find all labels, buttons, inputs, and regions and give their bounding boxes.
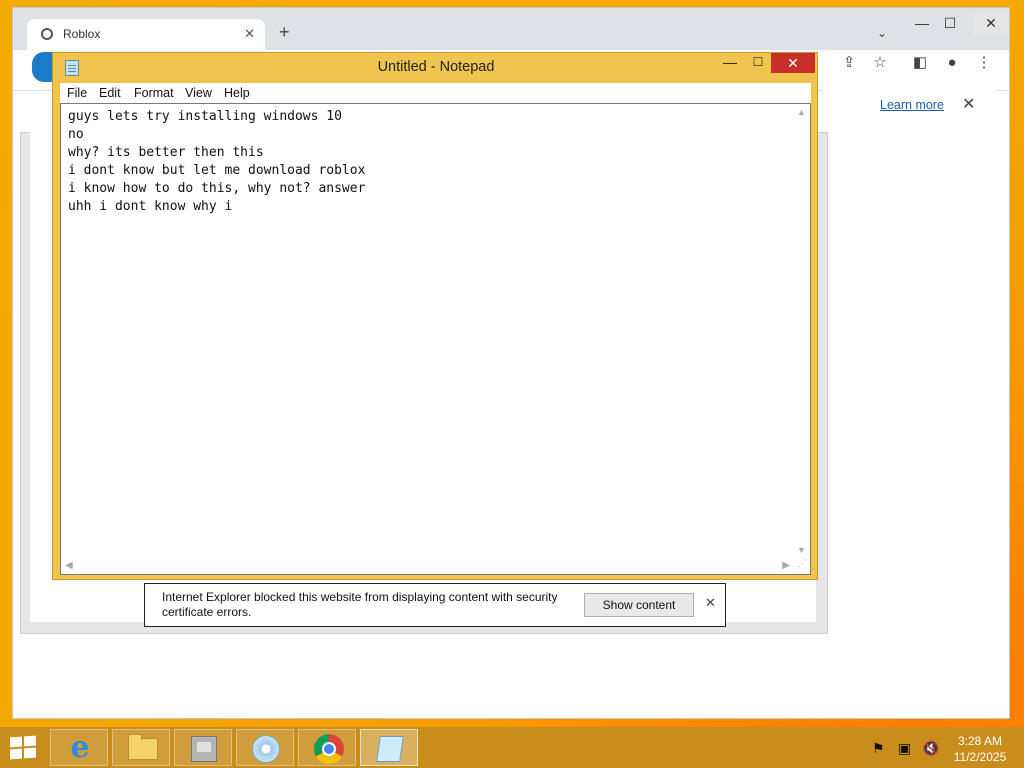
menu-edit[interactable]: Edit (99, 86, 121, 100)
notepad-close-button[interactable]: ✕ (771, 53, 815, 73)
menu-file[interactable]: File (67, 86, 87, 100)
bookmark-star-icon[interactable]: ☆ (869, 52, 891, 74)
site-logo-icon (32, 52, 54, 82)
chrome-titlebar: Roblox ✕ + ⌄ — ☐ ✕ (13, 8, 1009, 50)
disc-icon (252, 735, 280, 763)
ie-icon: e (70, 730, 90, 765)
clock-date: 11/2/2025 (953, 750, 1007, 764)
vertical-scrollbar[interactable]: ▲ ▼ (794, 104, 810, 558)
action-center-flag-icon[interactable]: ⚑ (872, 740, 885, 757)
windows-logo-icon (10, 736, 22, 748)
scroll-down-icon[interactable]: ▼ (797, 545, 806, 555)
taskbar-notepad[interactable] (360, 729, 418, 766)
menu-view[interactable]: View (185, 86, 212, 100)
taskbar-disc-utility[interactable] (236, 729, 294, 766)
infobar-close-icon[interactable]: ✕ (962, 94, 975, 114)
taskbar-chrome[interactable] (298, 729, 356, 766)
chrome-tab[interactable]: Roblox ✕ (27, 19, 265, 50)
clock-time: 3:28 AM (957, 734, 1003, 748)
horizontal-scrollbar[interactable]: ◀ ▶ (61, 558, 794, 574)
taskbar-file-explorer[interactable] (112, 729, 170, 766)
learn-more-link[interactable]: Learn more (880, 98, 944, 112)
notepad-maximize-button[interactable]: ☐ (745, 55, 771, 75)
notepad-title: Untitled - Notepad (377, 59, 495, 75)
show-content-button[interactable]: Show content (584, 593, 694, 617)
side-panel-icon[interactable]: ◧ (909, 52, 931, 74)
menu-format[interactable]: Format (134, 86, 174, 100)
scroll-up-icon[interactable]: ▲ (797, 107, 806, 117)
tab-close-icon[interactable]: ✕ (244, 26, 255, 42)
scroll-right-icon[interactable]: ▶ (782, 560, 790, 571)
new-tab-button[interactable]: + (279, 22, 290, 43)
notepad-minimize-button[interactable]: — (717, 54, 743, 74)
profile-icon[interactable]: ● (941, 52, 963, 74)
chrome-icon (314, 734, 344, 764)
folder-icon (128, 734, 158, 760)
resize-grip-icon[interactable]: ⋰ (794, 558, 810, 574)
start-button[interactable] (10, 735, 38, 760)
system-clock[interactable]: 3:28 AM 11/2/2025 (950, 733, 1010, 765)
notepad-window: Untitled - Notepad — ☐ ✕ File Edit Forma… (52, 52, 818, 580)
notepad-text-area[interactable]: guys lets try installing windows 10 no w… (60, 103, 811, 575)
menu-icon[interactable]: ⋮ (973, 52, 995, 74)
tab-title: Roblox (63, 27, 101, 41)
menu-help[interactable]: Help (224, 86, 250, 100)
volume-muted-icon[interactable]: 🔇 (922, 740, 939, 757)
ie-notification-bar: Internet Explorer blocked this website f… (144, 583, 726, 627)
notification-close-icon[interactable]: ✕ (705, 595, 716, 611)
tab-search-button[interactable]: ⌄ (877, 26, 887, 40)
taskbar-program[interactable] (174, 729, 232, 766)
chrome-close-button[interactable]: ✕ (973, 12, 1009, 34)
chrome-minimize-button[interactable]: — (907, 12, 937, 34)
taskbar: e (0, 727, 1024, 768)
notepad-icon (376, 736, 404, 762)
share-icon[interactable]: ⇪ (838, 52, 860, 74)
tab-favicon-icon (41, 28, 53, 40)
taskbar-ie[interactable]: e (50, 729, 108, 766)
scroll-left-icon[interactable]: ◀ (65, 560, 73, 571)
network-icon[interactable]: ▣ (898, 740, 911, 757)
chrome-maximize-button[interactable]: ☐ (935, 12, 965, 34)
ie-notification-message: Internet Explorer blocked this website f… (162, 590, 558, 619)
notepad-menubar: File Edit Format View Help (60, 83, 811, 103)
notepad-text[interactable]: guys lets try installing windows 10 no w… (68, 108, 788, 216)
program-icon (191, 736, 217, 762)
